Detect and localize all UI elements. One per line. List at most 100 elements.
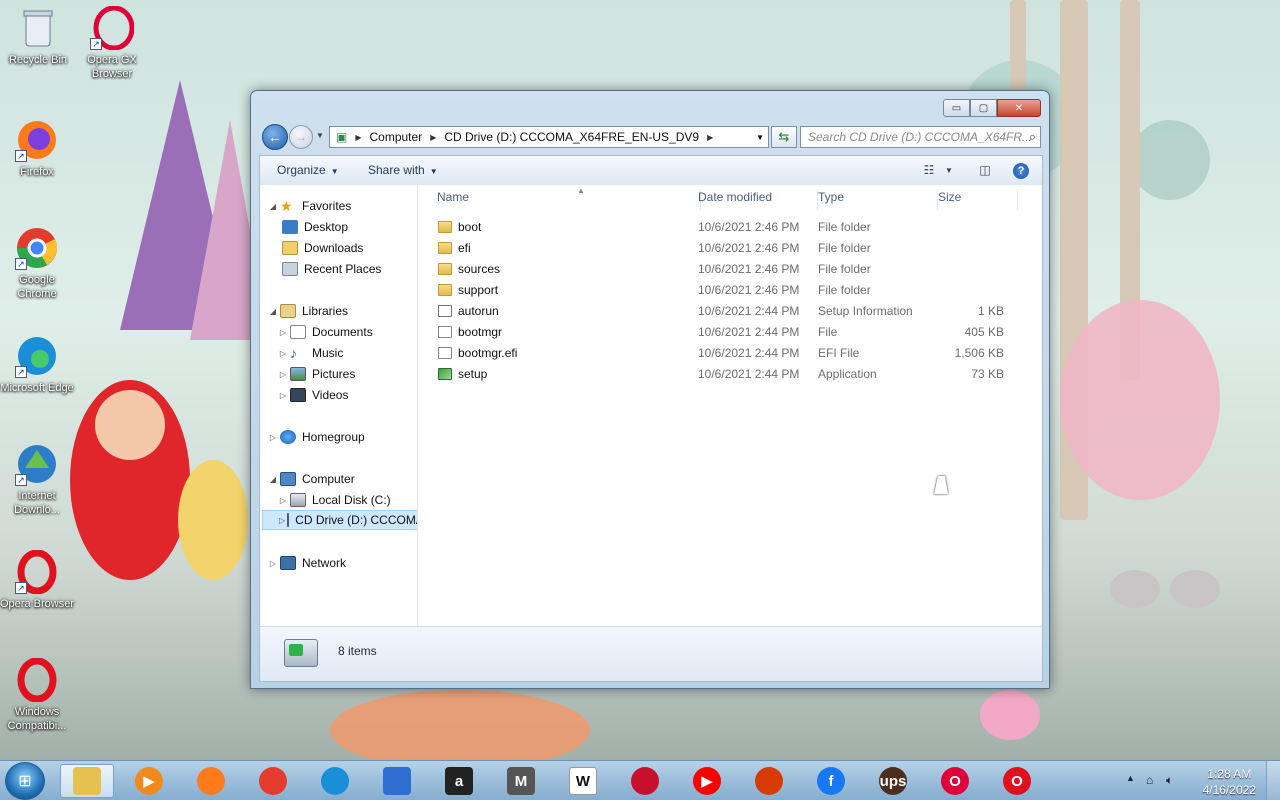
search-input[interactable]: Search CD Drive (D:) CCCOMA_X64FR... ⌕	[800, 126, 1041, 148]
taskbar-app-facebook[interactable]: f	[804, 764, 858, 798]
chevron-right-icon[interactable]: ▶	[428, 133, 438, 142]
recent-locations-dropdown[interactable]: ▼	[316, 131, 324, 140]
taskbar-app-opera-gx[interactable]: O	[928, 764, 982, 798]
firefox-icon: ↗	[15, 118, 59, 162]
file-row[interactable]: boot 10/6/2021 2:46 PM File folder	[438, 217, 1038, 238]
collapse-icon[interactable]: ◢	[268, 307, 278, 316]
file-row[interactable]: support 10/6/2021 2:46 PM File folder	[438, 280, 1038, 301]
back-button[interactable]: ←	[262, 124, 288, 150]
expand-icon[interactable]: ▷	[278, 391, 288, 400]
taskbar-app-chrome[interactable]	[246, 764, 300, 798]
taskbar-app-wikipedia[interactable]: W	[556, 764, 610, 798]
videos-icon	[290, 388, 306, 402]
nav-favorites[interactable]: ◢ ★ Favorites	[268, 196, 351, 216]
taskbar-app-firefox[interactable]	[184, 764, 238, 798]
taskbar-app-youtube[interactable]: ▶	[680, 764, 734, 798]
file-name: sources	[458, 262, 501, 276]
nav-computer[interactable]: ◢ Computer	[268, 469, 355, 489]
maximize-button[interactable]: ▢	[970, 99, 997, 117]
desktop-icon-opera-gx[interactable]: ↗ Opera GX Browser	[75, 5, 149, 81]
show-desktop-button[interactable]	[1266, 761, 1280, 800]
taskbar-app-bank[interactable]	[618, 764, 672, 798]
breadcrumb-cd-drive[interactable]: CD Drive (D:) CCCOMA_X64FRE_EN-US_DV9	[438, 130, 705, 144]
taskbar-app-opera[interactable]: O	[990, 764, 1044, 798]
taskbar-app-file-explorer[interactable]	[60, 764, 114, 798]
file-row[interactable]: sources 10/6/2021 2:46 PM File folder	[438, 259, 1038, 280]
collapse-icon[interactable]: ◢	[268, 202, 278, 211]
minimize-button[interactable]: ▭	[943, 99, 970, 117]
start-button[interactable]: ⊞	[5, 762, 45, 800]
view-options-icon[interactable]: ☷	[920, 162, 938, 178]
file-row[interactable]: autorun 10/6/2021 2:44 PM Setup Informatio…	[438, 301, 1038, 322]
taskbar-app-ups[interactable]: ups	[866, 764, 920, 798]
file-date: 10/6/2021 2:46 PM	[698, 283, 800, 297]
desktop-icon-label: Microsoft Edge	[0, 382, 74, 394]
column-size[interactable]: Size	[938, 190, 1018, 210]
column-date-modified[interactable]: Date modified	[698, 190, 818, 210]
forward-button[interactable]: →	[289, 125, 313, 149]
refresh-button[interactable]: ⇆	[771, 126, 797, 148]
nav-downloads[interactable]: Downloads	[280, 238, 363, 258]
nav-music[interactable]: ▷ ♪ Music	[278, 343, 343, 363]
file-row[interactable]: bootmgr 10/6/2021 2:44 PM File 405 KB	[438, 322, 1038, 343]
nav-pictures[interactable]: ▷ Pictures	[278, 364, 355, 384]
desktop-icon-idm[interactable]: ↗ Internet Downlo...	[0, 442, 74, 517]
nav-desktop[interactable]: Desktop	[280, 217, 348, 237]
nav-recent-places[interactable]: Recent Places	[280, 259, 381, 279]
expand-icon[interactable]: ▷	[278, 370, 288, 379]
desktop-icon-firefox[interactable]: ↗ Firefox	[0, 118, 74, 179]
taskbar-app-amazon[interactable]: a	[432, 764, 486, 798]
desktop-icon-edge[interactable]: ↗ Microsoft Edge	[0, 334, 74, 395]
desktop-icon-chrome[interactable]: ↗ Google Chrome	[0, 226, 74, 301]
nav-local-disk[interactable]: ▷ Local Disk (C:)	[278, 490, 391, 510]
collapse-icon[interactable]: ◢	[268, 475, 278, 484]
file-row[interactable]: setup 10/6/2021 2:44 PM Application 73 KB	[438, 364, 1038, 385]
expand-icon[interactable]: ▷	[268, 433, 278, 442]
nav-libraries[interactable]: ◢ Libraries	[268, 301, 348, 321]
file-size: 405 KB	[964, 325, 1004, 339]
taskbar-app-store[interactable]	[370, 764, 424, 798]
address-dropdown-icon[interactable]: ▼	[756, 133, 764, 142]
column-name[interactable]: Name ▲	[437, 186, 701, 210]
view-dropdown-icon[interactable]: ▼	[940, 162, 958, 178]
expand-icon[interactable]: ▷	[268, 559, 278, 568]
taskbar-app-office[interactable]	[742, 764, 796, 798]
file-type: File folder	[818, 262, 871, 276]
nav-label: Computer	[302, 472, 355, 486]
nav-documents[interactable]: ▷ Documents	[278, 322, 373, 342]
nav-cd-drive[interactable]: ▷ CD Drive (D:) CCCOMA_X64FRE_EN-US_DV9	[262, 510, 417, 530]
taskbar-app-edge[interactable]	[308, 764, 362, 798]
nav-network[interactable]: ▷ Network	[268, 553, 346, 573]
close-button[interactable]: ✕	[997, 99, 1041, 117]
preview-pane-icon[interactable]: ◫	[976, 162, 994, 178]
nav-homegroup[interactable]: ▷ Homegroup	[268, 427, 365, 447]
network-status-icon[interactable]: ⌂	[1146, 773, 1153, 787]
taskbar-app-media-player[interactable]: ▶	[122, 764, 176, 798]
organize-button[interactable]: Organize ▼	[277, 163, 339, 177]
column-type[interactable]: Type	[818, 190, 938, 210]
address-bar[interactable]: ▣ ▶ Computer ▶ CD Drive (D:) CCCOMA_X64F…	[329, 126, 769, 148]
file-row[interactable]: bootmgr.efi 10/6/2021 2:44 PM EFI File 1,50…	[438, 343, 1038, 364]
volume-icon[interactable]: 🔈︎	[1166, 773, 1173, 788]
show-hidden-icons-icon[interactable]: ▲	[1126, 773, 1135, 783]
desktop-icon-recycle-bin[interactable]: Recycle Bin	[1, 6, 75, 67]
chevron-right-icon[interactable]: ▶	[353, 133, 363, 142]
file-name: autorun	[458, 304, 499, 318]
share-with-button[interactable]: Share with ▼	[368, 163, 438, 177]
expand-icon[interactable]: ▷	[278, 496, 288, 505]
opera-gx-icon: O	[941, 767, 969, 795]
clock[interactable]: 1:28 AM 4/16/2022	[1203, 766, 1256, 798]
expand-icon[interactable]: ▷	[278, 328, 288, 337]
expand-icon[interactable]: ▷	[279, 516, 285, 525]
file-row[interactable]: efi 10/6/2021 2:46 PM File folder	[438, 238, 1038, 259]
desktop-icon-windows-compat[interactable]: Windows Compatibi...	[0, 657, 74, 733]
expand-icon[interactable]: ▷	[278, 349, 288, 358]
desktop-icon-opera[interactable]: ↗ Opera Browser	[0, 549, 74, 611]
nav-videos[interactable]: ▷ Videos	[278, 385, 348, 405]
chevron-right-icon[interactable]: ▶	[705, 133, 715, 142]
taskbar-app-m-app[interactable]: M	[494, 764, 548, 798]
help-icon[interactable]: ?	[1013, 163, 1029, 179]
breadcrumb-computer[interactable]: Computer	[364, 130, 429, 144]
nav-label: Videos	[312, 388, 349, 402]
recent-places-icon	[282, 262, 298, 276]
